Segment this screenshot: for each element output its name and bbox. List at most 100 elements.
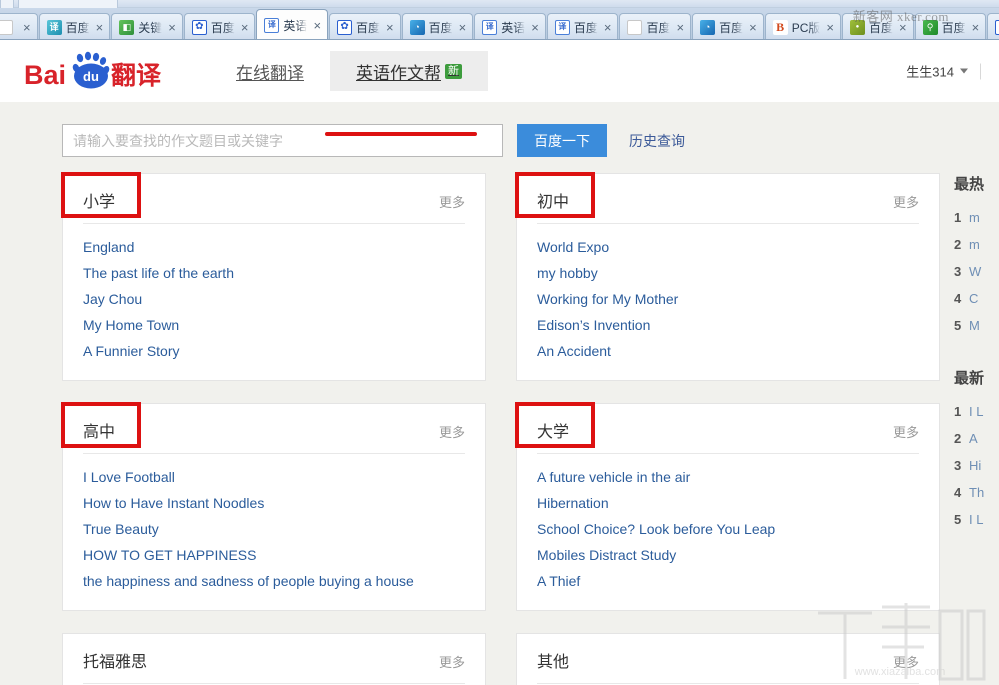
essay-link[interactable]: my hobby xyxy=(537,260,919,286)
baidu-fanyi-logo[interactable]: Bai du 翻译 xyxy=(22,51,162,91)
baidu-fanyi-icon: 译 xyxy=(47,20,62,35)
search-row: 百度一下 历史查询 xyxy=(0,124,999,157)
browser-tab-title: 百度 xyxy=(429,19,453,36)
close-icon[interactable]: × xyxy=(899,21,907,34)
search-green-icon: ⚲ xyxy=(923,20,938,35)
browser-tab[interactable]: 译英语× xyxy=(474,13,546,40)
browser-tab[interactable]: × xyxy=(0,13,38,40)
essay-link[interactable]: School Choice? Look before You Leap xyxy=(537,516,919,542)
card-title: 高中 xyxy=(83,418,115,442)
browser-tab[interactable]: ✿百度× xyxy=(329,13,401,40)
essay-link[interactable]: The past life of the earth xyxy=(83,260,465,286)
green-doc-icon: ◧ xyxy=(119,20,134,35)
close-icon[interactable]: × xyxy=(749,21,757,34)
close-icon[interactable]: × xyxy=(676,21,684,34)
category-card: 小学更多 EnglandThe past life of the earthJay… xyxy=(62,173,486,381)
sidebar-list-item[interactable]: 4C xyxy=(954,285,999,312)
card-title: 大学 xyxy=(537,418,569,442)
essay-link[interactable]: My Home Town xyxy=(83,312,465,338)
essay-link[interactable]: England xyxy=(83,234,465,260)
sidebar-item-label: M xyxy=(969,312,980,339)
essay-link[interactable]: Mobiles Distract Study xyxy=(537,542,919,568)
nav-item-essay-helper[interactable]: 英语作文帮新 xyxy=(330,51,488,91)
browser-tab-title: 百度 xyxy=(211,19,235,36)
browser-tab[interactable]: 百度 × xyxy=(619,13,691,40)
sidebar-list-item[interactable]: 2m xyxy=(954,231,999,258)
essay-link[interactable]: How to Have Instant Noodles xyxy=(83,490,465,516)
essay-link[interactable]: A Thief xyxy=(537,568,919,594)
user-area[interactable]: 生生314 xyxy=(906,62,981,81)
sidebar-list-item[interactable]: 3W xyxy=(954,258,999,285)
close-icon[interactable]: × xyxy=(386,21,394,34)
essay-link[interactable]: Hibernation xyxy=(537,490,919,516)
card-link-list: I Love FootballHow to Have Instant Noodl… xyxy=(83,454,465,594)
translate-icon: 译 xyxy=(482,20,497,35)
close-icon[interactable]: × xyxy=(531,21,539,34)
history-query-link[interactable]: 历史查询 xyxy=(629,131,685,151)
baidu-paw-icon: ✿ xyxy=(995,20,999,35)
search-button[interactable]: 百度一下 xyxy=(517,124,607,157)
sidebar-item-label: C xyxy=(969,285,978,312)
essay-link[interactable]: Jay Chou xyxy=(83,286,465,312)
browser-tab-title: 百度 xyxy=(646,19,670,36)
browser-tab[interactable]: 译百度× xyxy=(39,13,111,40)
essay-link[interactable]: An Accident xyxy=(537,338,919,364)
browser-tab[interactable]: BPC版× xyxy=(765,13,841,40)
sidebar-list-item[interactable]: 5M xyxy=(954,312,999,339)
close-icon[interactable]: × xyxy=(826,21,834,34)
sidebar-list-item[interactable]: 2A xyxy=(954,425,999,452)
close-icon[interactable]: × xyxy=(313,19,321,32)
more-link[interactable]: 更多 xyxy=(893,652,919,671)
more-link[interactable]: 更多 xyxy=(893,422,919,441)
browser-tab[interactable]: ●百度× xyxy=(842,13,914,40)
browser-tab-title: 百度 xyxy=(356,19,380,36)
nav-item-online-translate[interactable]: 在线翻译 xyxy=(210,51,330,91)
essay-link[interactable]: HOW TO GET HAPPINESS xyxy=(83,542,465,568)
browser-tab[interactable]: 译百度× xyxy=(547,13,619,40)
sidebar-list-item[interactable]: 3Hi xyxy=(954,452,999,479)
close-icon[interactable]: × xyxy=(168,21,176,34)
search-input[interactable] xyxy=(62,124,503,157)
essay-link[interactable]: I Love Football xyxy=(83,464,465,490)
essay-link[interactable]: Edison’s Invention xyxy=(537,312,919,338)
card-link-list: A future vehicle in the airHibernationSc… xyxy=(537,454,919,594)
sidebar-list-item[interactable]: 1m xyxy=(954,204,999,231)
browser-tab-active[interactable]: 译英语× xyxy=(256,9,328,40)
browser-tab[interactable]: ⚲百度× xyxy=(915,13,987,40)
close-icon[interactable]: × xyxy=(459,21,467,34)
essay-link[interactable]: A future vehicle in the air xyxy=(537,464,919,490)
sidebar-list-item[interactable]: 5I L xyxy=(954,506,999,533)
cards-region: 小学更多 EnglandThe past life of the earthJay… xyxy=(62,173,940,685)
main-nav[interactable]: 在线翻译英语作文帮新 xyxy=(210,40,488,102)
close-icon[interactable]: × xyxy=(96,21,104,34)
more-link[interactable]: 更多 xyxy=(439,422,465,441)
olive-icon: ● xyxy=(850,20,865,35)
topstrip-segment xyxy=(18,0,118,8)
close-icon[interactable]: × xyxy=(23,21,31,34)
essay-link[interactable]: A Funnier Story xyxy=(83,338,465,364)
browser-tab[interactable]: ◔百度× xyxy=(402,13,474,40)
close-icon[interactable]: × xyxy=(972,21,980,34)
card-header: 小学更多 xyxy=(83,188,465,224)
essay-link[interactable]: True Beauty xyxy=(83,516,465,542)
browser-tab[interactable]: ◧关键× xyxy=(111,13,183,40)
more-link[interactable]: 更多 xyxy=(439,652,465,671)
browser-tabstrip[interactable]: ×译百度×◧关键×✿百度×译英语×✿百度×◔百度×译英语×译百度×百度×◔百度×… xyxy=(0,8,999,40)
close-icon[interactable]: × xyxy=(241,21,249,34)
essay-link[interactable]: World Expo xyxy=(537,234,919,260)
more-link[interactable]: 更多 xyxy=(439,192,465,211)
more-link[interactable]: 更多 xyxy=(893,192,919,211)
sidebar-list-item[interactable]: 1I L xyxy=(954,398,999,425)
chevron-down-icon[interactable] xyxy=(960,69,968,74)
card-header: 托福雅思更多 xyxy=(83,648,465,684)
browser-tab[interactable]: ◔百度× xyxy=(692,13,764,40)
essay-link[interactable]: the happiness and sadness of people buyi… xyxy=(83,568,465,594)
sidebar-list-item[interactable]: 4Th xyxy=(954,479,999,506)
browser-tab[interactable]: ✿百度× xyxy=(184,13,256,40)
sidebar-item-label: I L xyxy=(969,398,983,425)
browser-tab[interactable]: ✿在线× xyxy=(987,13,999,40)
card-title: 其他 xyxy=(537,648,569,672)
close-icon[interactable]: × xyxy=(604,21,612,34)
sidebar-item-rank: 2 xyxy=(954,425,969,452)
essay-link[interactable]: Working for My Mother xyxy=(537,286,919,312)
